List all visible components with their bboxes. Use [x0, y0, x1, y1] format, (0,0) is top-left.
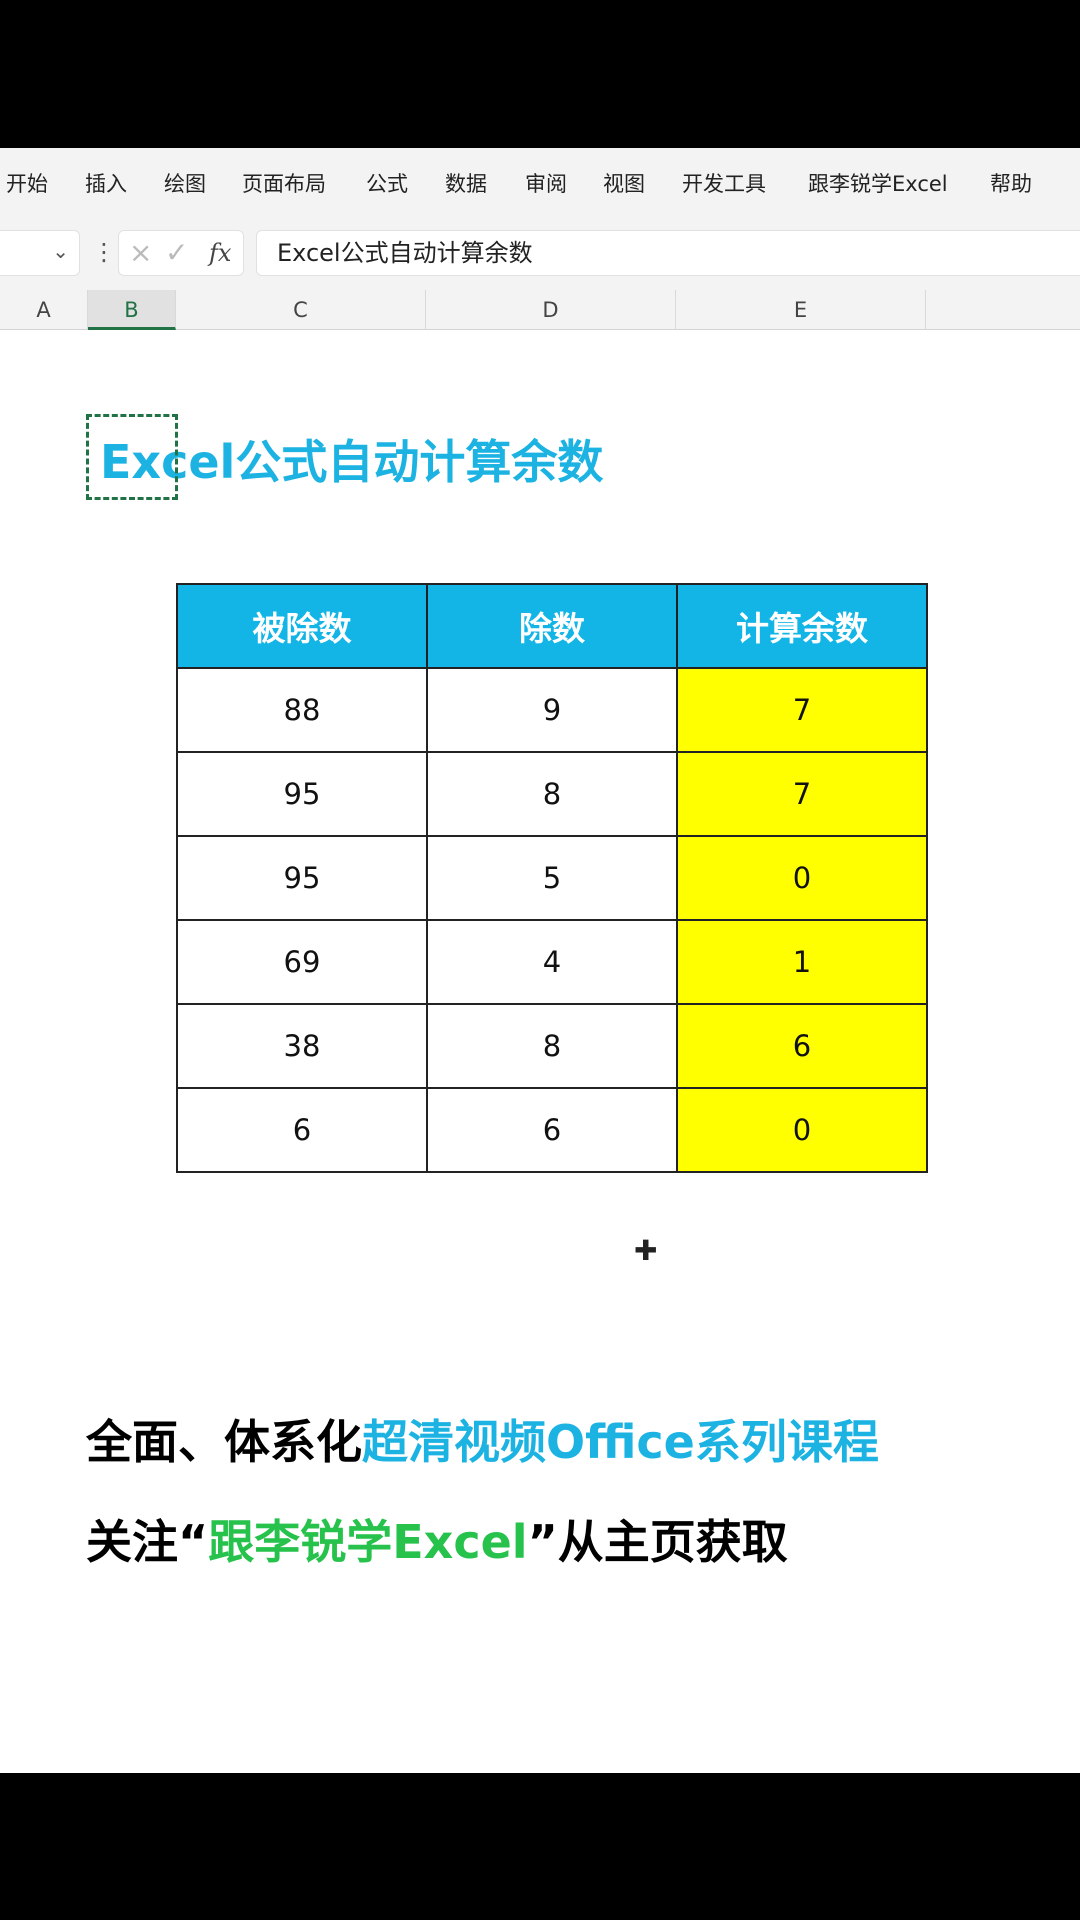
- promo-line-1-black: 全面、体系化: [86, 1415, 362, 1469]
- remainder-cell[interactable]: 6: [676, 1003, 928, 1089]
- table-row: 95 8 7: [176, 751, 928, 837]
- column-header-d[interactable]: D: [426, 290, 676, 330]
- chevron-down-icon[interactable]: ⌄: [52, 239, 69, 263]
- dividend-cell[interactable]: 88: [176, 667, 428, 753]
- more-options-icon[interactable]: ⋮: [92, 234, 116, 270]
- dividend-cell[interactable]: 95: [176, 751, 428, 837]
- tab-insert[interactable]: 插入: [85, 148, 127, 220]
- promo-line-1-blue: 超清视频Office系列课程: [362, 1415, 879, 1469]
- excel-window: 开始 插入 绘图 页面布局 公式 数据 审阅 视图 开发工具 跟李锐学Excel…: [0, 148, 1080, 1773]
- promo-line-2-prefix: 关注“: [86, 1515, 209, 1569]
- column-header-c[interactable]: C: [176, 290, 426, 330]
- remainder-cell[interactable]: 7: [676, 751, 928, 837]
- remainder-cell[interactable]: 7: [676, 667, 928, 753]
- formula-controls: × ✓ fx: [118, 230, 244, 276]
- table-row: 38 8 6: [176, 1003, 928, 1089]
- promo-line-2-green: 跟李锐学Excel: [208, 1515, 528, 1569]
- tab-help[interactable]: 帮助: [990, 148, 1032, 220]
- column-header-a[interactable]: A: [0, 290, 88, 330]
- divisor-cell[interactable]: 6: [426, 1087, 678, 1173]
- divisor-cell[interactable]: 8: [426, 1003, 678, 1089]
- tab-home[interactable]: 开始: [6, 148, 48, 220]
- dividend-cell[interactable]: 38: [176, 1003, 428, 1089]
- column-headers: A B C D E: [0, 290, 1080, 330]
- tab-view[interactable]: 视图: [603, 148, 645, 220]
- insert-function-icon[interactable]: fx: [209, 235, 231, 271]
- divisor-cell[interactable]: 4: [426, 919, 678, 1005]
- ribbon-tabs: 开始 插入 绘图 页面布局 公式 数据 审阅 视图 开发工具 跟李锐学Excel…: [0, 148, 1080, 220]
- tab-formulas[interactable]: 公式: [366, 148, 408, 220]
- remainder-cell[interactable]: 0: [676, 835, 928, 921]
- table-row: 6 6 0: [176, 1087, 928, 1173]
- tab-page-layout[interactable]: 页面布局: [242, 148, 326, 220]
- divisor-cell[interactable]: 9: [426, 667, 678, 753]
- table-row: 69 4 1: [176, 919, 928, 1005]
- cancel-icon[interactable]: ×: [129, 235, 152, 271]
- tab-custom-excel[interactable]: 跟李锐学Excel: [808, 148, 948, 220]
- name-box[interactable]: ⌄: [0, 230, 80, 276]
- enter-icon[interactable]: ✓: [165, 235, 188, 271]
- remainder-cell[interactable]: 1: [676, 919, 928, 1005]
- tab-review[interactable]: 审阅: [525, 148, 567, 220]
- promo-line-2: 关注“跟李锐学Excel”从主页获取: [86, 1506, 788, 1572]
- column-header-f[interactable]: [926, 290, 1080, 330]
- divisor-cell[interactable]: 5: [426, 835, 678, 921]
- table-header-row: 被除数 除数 计算余数: [176, 583, 928, 669]
- dividend-cell[interactable]: 95: [176, 835, 428, 921]
- tab-draw[interactable]: 绘图: [164, 148, 206, 220]
- formula-input[interactable]: Excel公式自动计算余数: [256, 230, 1080, 276]
- tab-data[interactable]: 数据: [445, 148, 487, 220]
- promo-line-2-suffix: ”从主页获取: [527, 1515, 788, 1569]
- header-remainder[interactable]: 计算余数: [676, 583, 928, 669]
- cell-cursor-icon: ✚: [634, 1234, 658, 1267]
- remainder-cell[interactable]: 0: [676, 1087, 928, 1173]
- dividend-cell[interactable]: 6: [176, 1087, 428, 1173]
- column-header-e[interactable]: E: [676, 290, 926, 330]
- header-dividend[interactable]: 被除数: [176, 583, 428, 669]
- dividend-cell[interactable]: 69: [176, 919, 428, 1005]
- formula-bar: ⌄ ⋮ × ✓ fx Excel公式自动计算余数: [0, 220, 1080, 290]
- copy-selection-marquee: [86, 414, 178, 500]
- divisor-cell[interactable]: 8: [426, 751, 678, 837]
- header-divisor[interactable]: 除数: [426, 583, 678, 669]
- promo-line-1: 全面、体系化超清视频Office系列课程: [86, 1406, 879, 1472]
- table-row: 95 5 0: [176, 835, 928, 921]
- remainder-table: 被除数 除数 计算余数 88 9 7 95 8 7 95 5 0 69 4 1 …: [176, 583, 928, 1173]
- table-row: 88 9 7: [176, 667, 928, 753]
- column-header-b[interactable]: B: [88, 290, 176, 330]
- tab-developer[interactable]: 开发工具: [682, 148, 766, 220]
